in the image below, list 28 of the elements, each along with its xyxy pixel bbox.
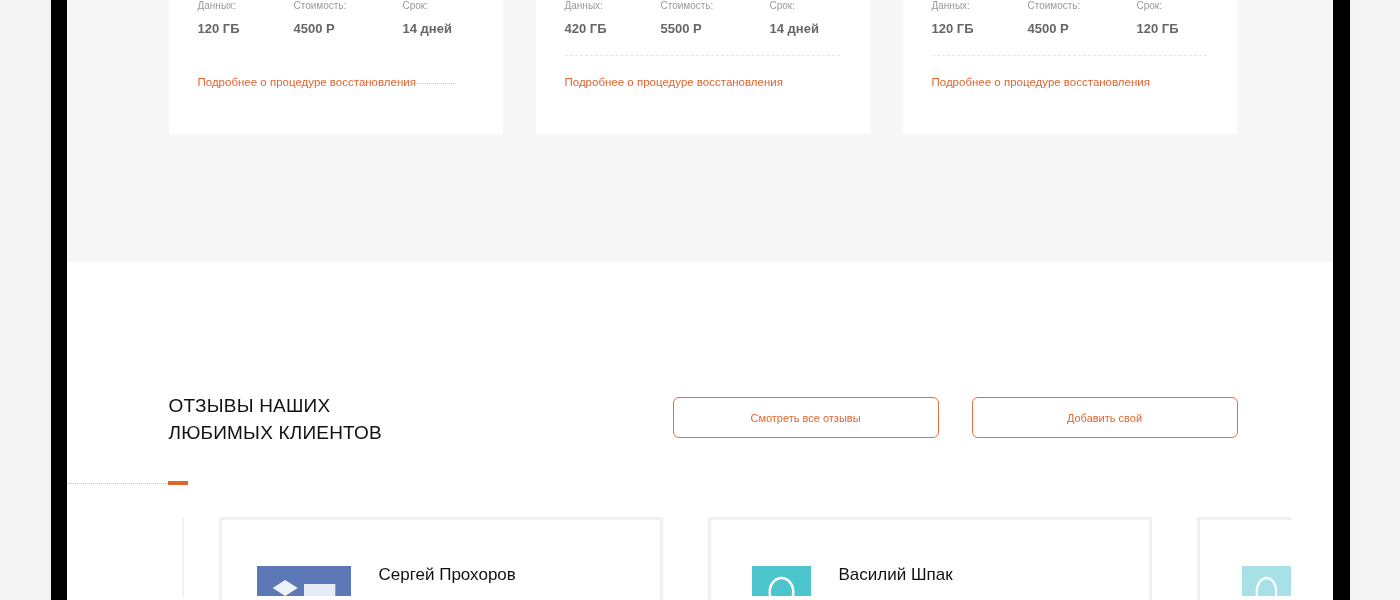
stat-value: 420 ГБ <box>564 21 608 36</box>
stat-label: Стоимость: <box>1027 0 1082 12</box>
section-title: ОТЗЫВЫ НАШИХ ЛЮБИМЫХ КЛИЕНТОВ <box>168 394 383 445</box>
stat-value: 14 дней <box>402 21 452 36</box>
reviewer-name: Василий Шпак <box>838 565 953 585</box>
outline-button[interactable]: Добавить свой <box>971 397 1238 438</box>
stat-label: Стоимость: <box>293 0 348 12</box>
outline-button[interactable]: Смотреть все отзывы <box>672 397 939 438</box>
details-link[interactable]: Подробнее о процедуре восстановления <box>931 76 1150 88</box>
stat-label: Срок: <box>1136 0 1163 12</box>
stat-label: Срок: <box>402 0 429 12</box>
stat-label: Срок: <box>769 0 796 12</box>
reviewer-name: Сергей Прохоров <box>378 565 516 585</box>
stat-label: Данных: <box>931 0 971 12</box>
stat-value: 5500 Р <box>660 21 703 36</box>
stat-value: 4500 Р <box>293 21 336 36</box>
stat-label: Данных: <box>564 0 604 12</box>
stat-label: Данных: <box>197 0 237 12</box>
stat-value: 120 ГБ <box>931 21 975 36</box>
stat-value: 120 ГБ <box>197 21 241 36</box>
avatar-icon <box>751 566 811 596</box>
stat-label: Стоимость: <box>660 0 715 12</box>
details-link[interactable]: Подробнее о процедуре восстановления <box>564 76 783 88</box>
stat-value: 14 дней <box>769 21 819 36</box>
company-logo-icon <box>256 566 351 596</box>
stat-value: 4500 Р <box>1027 21 1070 36</box>
details-link[interactable]: Подробнее о процедуре восстановления <box>197 76 416 88</box>
stat-value: 120 ГБ <box>1136 21 1179 36</box>
